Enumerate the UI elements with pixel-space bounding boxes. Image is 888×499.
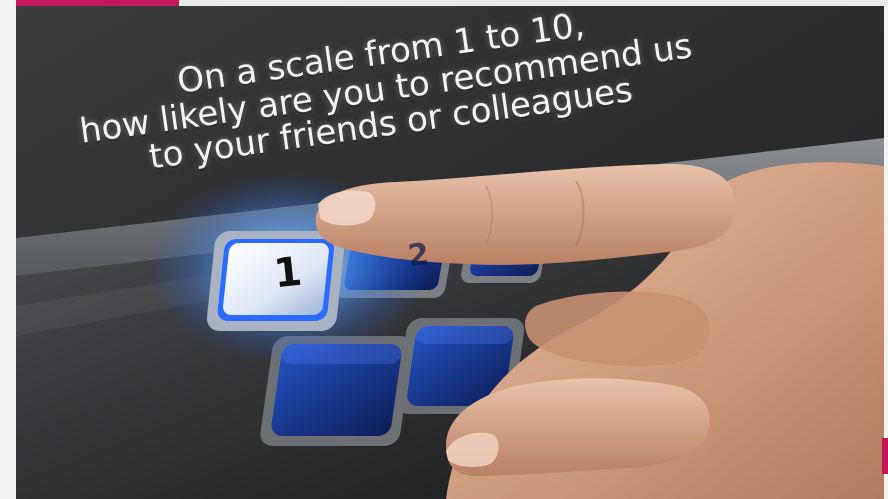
key-1-label: 1 (271, 248, 305, 298)
key-2-label: 2 (406, 237, 431, 274)
side-accent-mark (882, 438, 888, 474)
page: On a scale from 1 to 10, how likely are … (0, 0, 888, 499)
nps-keypad-photo: On a scale from 1 to 10, how likely are … (16, 6, 884, 499)
